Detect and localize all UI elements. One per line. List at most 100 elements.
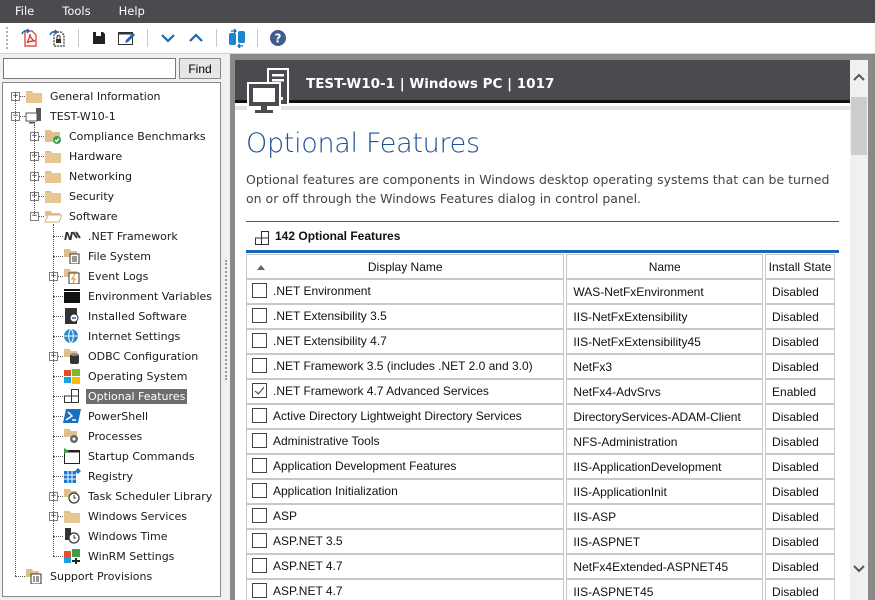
tree-item-networking[interactable]: Networking xyxy=(44,166,134,186)
feature-checkbox[interactable] xyxy=(252,583,267,599)
table-row[interactable]: Application Initialization IIS-Applicatio… xyxy=(246,479,835,504)
tree-item-support-provisions[interactable]: Support Provisions xyxy=(25,566,154,586)
search-row: Find xyxy=(3,58,221,80)
svg-text:N: N xyxy=(64,230,73,243)
table-row[interactable]: ASP.NET 3.5 IIS-ASPNET Disabled xyxy=(246,529,835,554)
export-pdf-button[interactable] xyxy=(19,27,41,49)
tree-item-label: General Information xyxy=(50,89,161,103)
cell-install-state: Disabled xyxy=(765,404,835,429)
feature-checkbox[interactable] xyxy=(252,383,267,399)
feature-checkbox[interactable] xyxy=(252,433,267,449)
tree-item-file-system[interactable]: File System xyxy=(63,246,153,266)
table-row[interactable]: .NET Extensibility 3.5 IIS-NetFxExtensibi… xyxy=(246,304,835,329)
tree-connector xyxy=(53,456,63,457)
cell-install-state: Disabled xyxy=(765,279,835,304)
scrollbar-thumb[interactable] xyxy=(851,97,867,155)
tree-item-powershell[interactable]: PowerShell xyxy=(63,406,150,426)
cell-install-state: Enabled xyxy=(765,379,835,404)
navigation-tree[interactable]: General Information + TEST-W10-1− Complianc… xyxy=(2,82,221,597)
edit-button[interactable] xyxy=(116,27,138,49)
cell-display-name: .NET Framework 3.5 (includes .NET 2.0 an… xyxy=(246,354,565,379)
toolbar: ? xyxy=(0,23,875,54)
features-grid-icon xyxy=(255,231,269,245)
cell-install-state: Disabled xyxy=(765,479,835,504)
feature-checkbox[interactable] xyxy=(252,533,267,549)
tree-item-task-scheduler-library[interactable]: Task Scheduler Library xyxy=(63,486,214,506)
feature-checkbox[interactable] xyxy=(252,333,267,349)
table-row[interactable]: .NET Framework 3.5 (includes .NET 2.0 an… xyxy=(246,354,835,379)
tree-item-windows-services[interactable]: Windows Services xyxy=(63,506,189,526)
menu-help[interactable]: Help xyxy=(105,0,159,23)
tree-item-odbc-configuration[interactable]: ODBC Configuration xyxy=(63,346,200,366)
menu-tools[interactable]: Tools xyxy=(48,0,104,23)
column-header-name[interactable]: Name xyxy=(566,254,764,279)
pane-splitter[interactable] xyxy=(223,54,230,600)
table-row[interactable]: .NET Environment WAS-NetFxEnvironment Disa… xyxy=(246,279,835,304)
tree-item-security[interactable]: Security xyxy=(44,186,116,206)
menu-file[interactable]: File xyxy=(0,0,48,23)
tree-item-hardware[interactable]: Hardware xyxy=(44,146,124,166)
export-secure-button[interactable] xyxy=(47,27,69,49)
tree-item-compliance-benchmarks[interactable]: Compliance Benchmarks xyxy=(44,126,208,146)
tree-item-test-w10-1[interactable]: TEST-W10-1 xyxy=(25,106,118,126)
tree-item-environment-variables[interactable]: Environment Variables xyxy=(63,286,214,306)
tree-item-startup-commands[interactable]: Startup Commands xyxy=(63,446,197,466)
table-row[interactable]: Active Directory Lightweight Directory S… xyxy=(246,404,835,429)
feature-checkbox[interactable] xyxy=(252,308,267,324)
table-row[interactable]: ASP IIS-ASP Disabled xyxy=(246,504,835,529)
feature-checkbox[interactable] xyxy=(252,508,267,524)
tree-item-net-framework[interactable]: N .NET Framework xyxy=(63,226,180,246)
cell-name: IIS-NetFxExtensibility45 xyxy=(566,329,764,354)
feature-checkbox[interactable] xyxy=(252,483,267,499)
tree-item-processes[interactable]: Processes xyxy=(63,426,144,446)
toolbar-grip[interactable] xyxy=(6,27,8,49)
tree-item-installed-software[interactable]: Installed Software xyxy=(63,306,189,326)
feature-checkbox[interactable] xyxy=(252,558,267,574)
tree-item-internet-settings[interactable]: Internet Settings xyxy=(63,326,182,346)
folder-open-icon xyxy=(44,208,63,224)
column-header-install-state[interactable]: Install State xyxy=(765,254,835,279)
tree-item-windows-time[interactable]: Windows Time xyxy=(63,526,170,546)
tree-item-general-information[interactable]: General Information xyxy=(25,86,163,106)
cell-display-name: .NET Extensibility 4.7 xyxy=(246,329,565,354)
tree-item-winrm-settings[interactable]: WinRM Settings xyxy=(63,546,176,566)
table-row[interactable]: ASP.NET 4.7 IIS-ASPNET45 Disabled xyxy=(246,579,835,600)
tree-item-registry[interactable]: Registry xyxy=(63,466,135,486)
page-title: Optional Features xyxy=(246,128,480,159)
cell-name: IIS-ASPNET45 xyxy=(566,579,764,600)
tree-item-optional-features[interactable]: Optional Features xyxy=(63,386,188,406)
feature-checkbox[interactable] xyxy=(252,358,267,374)
scroll-up-button[interactable] xyxy=(850,70,868,84)
scroll-down-button[interactable] xyxy=(850,562,868,576)
tree-item-software[interactable]: Software xyxy=(44,206,120,226)
find-button[interactable]: Find xyxy=(179,58,221,79)
next-button[interactable] xyxy=(157,27,179,49)
save-button[interactable] xyxy=(88,27,110,49)
help-button[interactable]: ? xyxy=(267,27,289,49)
tree-item-event-logs[interactable]: Event Logs xyxy=(63,266,150,286)
table-row[interactable]: Administrative Tools NFS-Administration Di… xyxy=(246,429,835,454)
tree-item-label: Operating System xyxy=(88,369,188,383)
tree-item-label: Event Logs xyxy=(88,269,149,283)
table-row[interactable]: .NET Extensibility 4.7 IIS-NetFxExtensibi… xyxy=(246,329,835,354)
tree-item-operating-system[interactable]: Operating System xyxy=(63,366,190,386)
tree-connector xyxy=(53,316,63,317)
feature-checkbox[interactable] xyxy=(252,283,267,299)
table-row[interactable]: .NET Framework 4.7 Advanced Services NetF… xyxy=(246,379,835,404)
splitter-grip[interactable] xyxy=(225,260,228,380)
feature-checkbox[interactable] xyxy=(252,408,267,424)
previous-button[interactable] xyxy=(185,27,207,49)
table-row[interactable]: Application Development Features IIS-Appl… xyxy=(246,454,835,479)
event-log-icon xyxy=(63,268,81,285)
search-input[interactable] xyxy=(3,58,176,79)
table-row[interactable]: ASP.NET 4.7 NetFx4Extended-ASPNET45 Disabl… xyxy=(246,554,835,579)
compare-button[interactable] xyxy=(226,27,248,49)
tree-connector xyxy=(15,96,16,576)
column-header-display-name[interactable]: Display Name xyxy=(246,254,565,279)
cell-display-name: ASP.NET 4.7 xyxy=(246,554,565,579)
feature-checkbox[interactable] xyxy=(252,458,267,474)
vertical-scrollbar[interactable] xyxy=(850,60,868,600)
report-header: TEST-W10-1 | Windows PC | 1017 xyxy=(235,60,850,103)
dotnet-icon: N xyxy=(63,228,81,244)
display-name-text: Application Initialization xyxy=(273,483,398,498)
